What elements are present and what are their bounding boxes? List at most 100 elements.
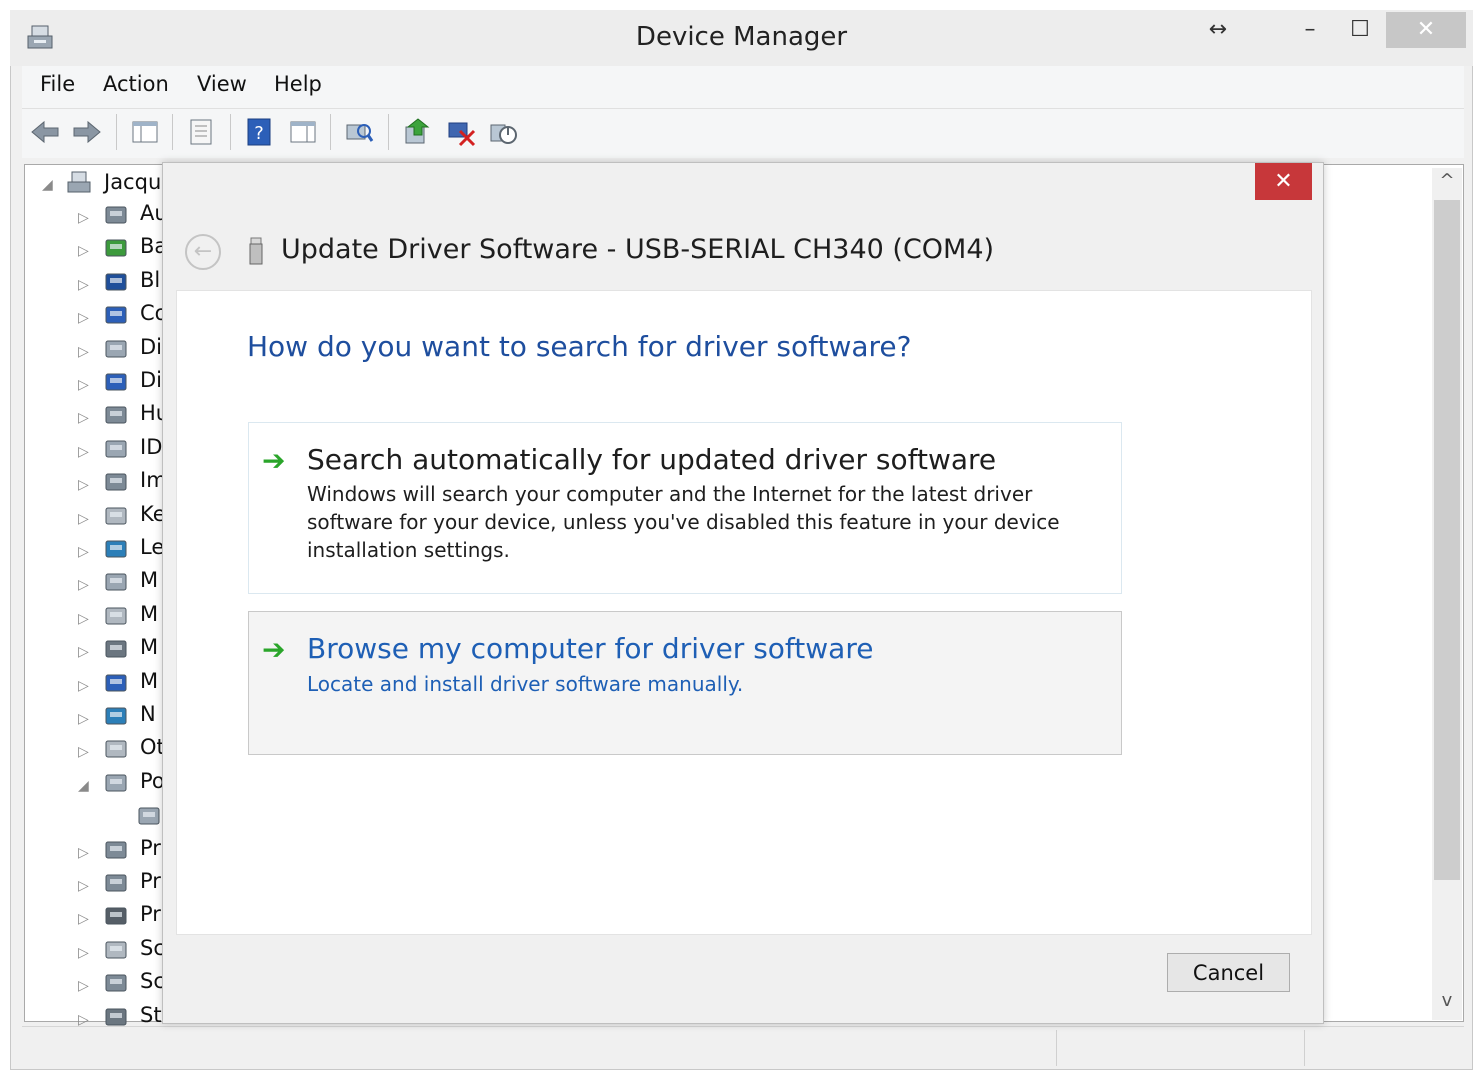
menu-help[interactable]: Help	[274, 72, 322, 96]
tree-item-label[interactable]: Pr	[140, 902, 162, 926]
back-button[interactable]: ←	[185, 234, 221, 270]
tree-item-label[interactable]: Sc	[140, 969, 162, 993]
tree-item-label[interactable]: Im	[140, 468, 162, 492]
expand-arrow-icon[interactable]: ▷	[78, 344, 89, 360]
tree-item-label[interactable]: Bl	[140, 268, 162, 292]
tree-item-label[interactable]: M	[140, 635, 162, 659]
back-arrow-icon[interactable]	[30, 117, 60, 147]
collapse-arrow-icon[interactable]: ◢	[78, 778, 89, 794]
tree-item-label[interactable]: Po	[140, 769, 162, 793]
usb-device-icon	[249, 237, 263, 265]
maximize-button[interactable]: ☐	[1340, 12, 1380, 48]
menu-file[interactable]: File	[40, 72, 75, 96]
tree-item-label[interactable]: Au	[140, 201, 162, 225]
expand-arrow-icon[interactable]: ▷	[78, 310, 89, 326]
sound-icon	[105, 974, 127, 992]
resize-icon[interactable]: ↔	[1198, 12, 1238, 48]
tree-item-label[interactable]: N	[140, 702, 162, 726]
printer-icon	[105, 841, 127, 859]
expand-arrow-icon[interactable]: ▷	[78, 243, 89, 259]
tree-item-label[interactable]: ID	[140, 435, 162, 459]
help-icon[interactable]: ?	[244, 117, 274, 147]
update-driver-icon[interactable]	[402, 117, 432, 147]
expand-arrow-icon[interactable]: ▷	[78, 978, 89, 994]
expand-arrow-icon[interactable]: ▷	[78, 644, 89, 660]
tree-item-label[interactable]: M	[140, 602, 162, 626]
expand-arrow-icon[interactable]: ▷	[78, 711, 89, 727]
dialog-close-button[interactable]: ✕	[1255, 163, 1312, 200]
ide-controller-icon	[105, 440, 127, 458]
tree-item-label[interactable]: Co	[140, 301, 162, 325]
tree-item-label[interactable]: Hu	[140, 401, 162, 425]
expand-arrow-icon[interactable]: ▷	[78, 945, 89, 961]
network-adapter-icon	[105, 707, 127, 725]
expand-arrow-icon[interactable]: ▷	[78, 277, 89, 293]
expand-arrow-icon[interactable]: ▷	[78, 744, 89, 760]
tree-item-label[interactable]: Pr	[140, 836, 162, 860]
tree-item-label[interactable]: Ba	[140, 234, 162, 258]
expand-arrow-icon[interactable]: ▷	[78, 477, 89, 493]
enable-device-icon[interactable]	[488, 117, 518, 147]
microphone-icon	[105, 640, 127, 658]
expand-arrow-icon[interactable]: ▷	[78, 410, 89, 426]
expand-arrow-icon[interactable]: ▷	[78, 544, 89, 560]
disk-drive-icon	[105, 340, 127, 358]
port-child-icon	[138, 807, 160, 825]
menu-view[interactable]: View	[197, 72, 247, 96]
other-device-icon	[105, 740, 127, 758]
scroll-up-button[interactable]: ^	[1432, 170, 1462, 198]
tree-item-label[interactable]: Le	[140, 535, 162, 559]
toolbar-separator	[172, 114, 173, 150]
window-close-button[interactable]: ✕	[1386, 12, 1466, 48]
memory-device-icon	[105, 573, 127, 591]
toolbar-separator	[330, 114, 331, 150]
toolbar-separator	[116, 114, 117, 150]
network-legacy-icon	[105, 540, 127, 558]
expand-arrow-icon[interactable]: ▷	[78, 611, 89, 627]
expand-arrow-icon[interactable]: ▷	[78, 444, 89, 460]
tree-item-label[interactable]: Ot	[140, 735, 162, 759]
search-automatically-description: Windows will search your computer and th…	[307, 482, 1060, 562]
minimize-button[interactable]: –	[1290, 12, 1330, 48]
tree-item-label[interactable]: St	[140, 1003, 162, 1027]
expand-arrow-icon[interactable]: ▷	[78, 678, 89, 694]
expand-arrow-icon[interactable]: ◢	[42, 177, 53, 193]
expand-arrow-icon[interactable]: ▷	[78, 845, 89, 861]
hid-icon	[105, 406, 127, 424]
mouse-icon	[105, 607, 127, 625]
search-automatically-title[interactable]: Search automatically for updated driver …	[307, 443, 996, 476]
scroll-thumb[interactable]	[1434, 200, 1460, 880]
expand-arrow-icon[interactable]: ▷	[78, 911, 89, 927]
uninstall-device-icon[interactable]	[446, 117, 476, 147]
tree-item-label[interactable]: Ke	[140, 502, 162, 526]
action-pane-icon[interactable]	[288, 117, 318, 147]
status-bar	[22, 1026, 1464, 1068]
dialog-footer	[176, 935, 1312, 1011]
toolbar-separator	[388, 114, 389, 150]
expand-arrow-icon[interactable]: ▷	[78, 577, 89, 593]
expand-arrow-icon[interactable]: ▷	[78, 377, 89, 393]
forward-arrow-icon[interactable]	[72, 117, 102, 147]
tree-item-label[interactable]: M	[140, 669, 162, 693]
tree-item-label[interactable]: Sc	[140, 936, 162, 960]
cancel-button[interactable]: Cancel	[1167, 953, 1290, 992]
browse-computer-title[interactable]: Browse my computer for driver software	[307, 632, 873, 665]
expand-arrow-icon[interactable]: ▷	[78, 210, 89, 226]
keyboard-icon	[105, 507, 127, 525]
scan-hardware-icon[interactable]	[344, 117, 374, 147]
imaging-device-icon	[105, 473, 127, 491]
tree-item-label[interactable]: Di	[140, 368, 162, 392]
properties-icon[interactable]	[186, 117, 216, 147]
svg-text:?: ?	[254, 123, 264, 144]
show-hide-console-tree-icon[interactable]	[130, 117, 160, 147]
expand-arrow-icon[interactable]: ▷	[78, 511, 89, 527]
status-divider	[1056, 1030, 1057, 1066]
scroll-down-button[interactable]: v	[1432, 990, 1462, 1018]
tree-root-label[interactable]: Jacqu	[104, 170, 161, 194]
menu-action[interactable]: Action	[103, 72, 169, 96]
tree-item-label[interactable]: M	[140, 568, 162, 592]
battery-icon	[105, 239, 127, 257]
expand-arrow-icon[interactable]: ▷	[78, 878, 89, 894]
tree-item-label[interactable]: Pr	[140, 869, 162, 893]
tree-item-label[interactable]: Di	[140, 335, 162, 359]
